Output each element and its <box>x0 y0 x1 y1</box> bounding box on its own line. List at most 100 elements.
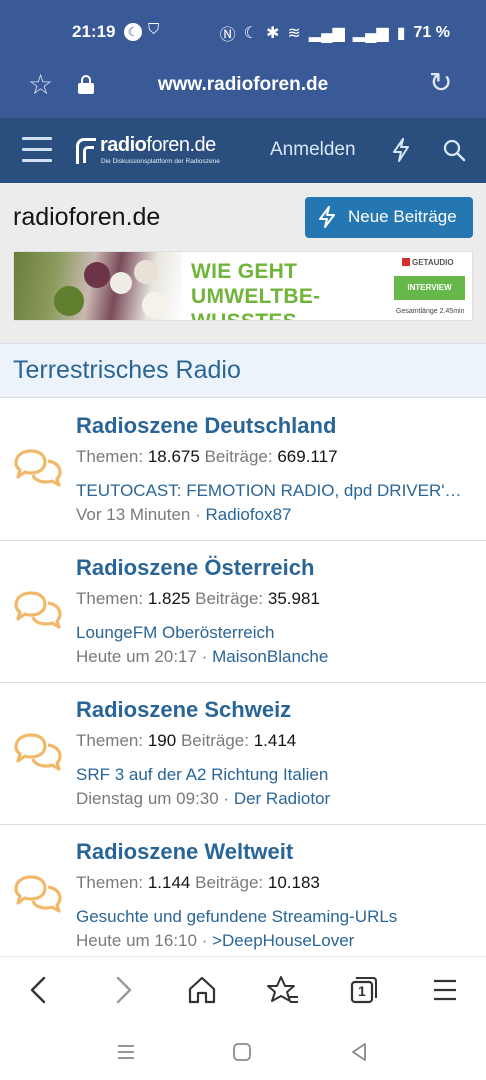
bluetooth-icon: ✱ <box>266 25 280 42</box>
signal-2-icon: ▂▄▆ <box>352 25 389 42</box>
forum-title[interactable]: Radioszene Österreich <box>76 555 314 581</box>
moon-icon: ☾ <box>243 25 258 42</box>
page-title: radioforen.de <box>13 203 161 231</box>
themen-count: 18.675 <box>147 447 200 466</box>
bolt-icon <box>319 206 335 228</box>
site-logo[interactable]: radioforen.de Die Diskussionsplattform d… <box>76 134 226 170</box>
browser-toolbar: 1 <box>0 956 486 1024</box>
site-header: radioforen.de Die Diskussionsplattform d… <box>0 117 486 183</box>
forum-chat-bubbles-icon <box>14 449 62 487</box>
category-title[interactable]: Terrestrisches Radio <box>13 356 241 385</box>
ad-headline-line2: WUSSTES EINKAUFEN? <box>191 309 401 320</box>
ad-headline: WIE GEHT UMWELTBE- WUSSTES EINKAUFEN? <box>191 259 401 320</box>
forward-icon[interactable] <box>106 973 140 1007</box>
back-icon[interactable] <box>22 973 56 1007</box>
logo-prefix: radio <box>100 134 147 156</box>
signal-icon: ▂▄▆ <box>308 25 345 42</box>
beitraege-count: 669.117 <box>277 447 338 466</box>
latest-thread-link[interactable]: Gesuchte und gefundene Streaming-URLs <box>76 907 468 927</box>
home-nav-icon[interactable] <box>230 1040 254 1064</box>
themen-count: 190 <box>147 731 177 750</box>
forum-chat-bubbles-icon <box>14 591 62 629</box>
forum-title[interactable]: Radioszene Schweiz <box>76 697 291 723</box>
page-title-area: radioforen.de Neue Beiträge WIE GEHT UMW… <box>0 183 486 343</box>
forum-stats: Themen: 18.675 Beiträge: 669.117 <box>76 447 338 467</box>
ad-headline-line1: WIE GEHT UMWELTBE- <box>191 260 321 308</box>
themen-label: Themen: <box>76 731 144 750</box>
themen-count: 1.144 <box>147 873 191 892</box>
url-bar: ☆ www.radioforen.de ↻ <box>0 62 486 117</box>
recents-icon[interactable] <box>114 1040 138 1064</box>
beitraege-count: 10.183 <box>267 873 320 892</box>
battery-icon: ▮ <box>396 25 406 42</box>
wifi-icon: ≋ <box>287 25 301 42</box>
ad-interview-button[interactable]: INTERVIEW <box>394 276 465 300</box>
latest-time[interactable]: Heute um 16:10 <box>76 931 197 950</box>
whats-new-bolt-icon[interactable] <box>390 138 412 162</box>
shield-icon: ⛉ <box>148 21 160 38</box>
url-text[interactable]: www.radioforen.de <box>0 74 486 96</box>
bookmarks-icon[interactable] <box>266 973 300 1007</box>
new-posts-label: Neue Beiträge <box>348 207 457 226</box>
nfc-icon: Ⓝ <box>219 27 236 44</box>
beitraege-label: Beiträge: <box>180 731 249 750</box>
status-icons: Ⓝ ☾ ✱ ≋ ▂▄▆ ▂▄▆ ▮ 71 % <box>220 21 450 45</box>
beitraege-label: Beiträge: <box>195 873 264 892</box>
reload-icon[interactable]: ↻ <box>429 66 452 99</box>
tabs-icon[interactable]: 1 <box>346 973 380 1007</box>
home-icon[interactable] <box>185 973 219 1007</box>
status-bar: 21:19 ☾ ⛉ Ⓝ ☾ ✱ ≋ ▂▄▆ ▂▄▆ ▮ 71 % <box>0 0 486 62</box>
beitraege-label: Beiträge: <box>195 589 264 608</box>
login-link[interactable]: Anmelden <box>270 139 356 161</box>
latest-meta: Vor 13 Minuten · Radiofox87 <box>76 505 292 524</box>
latest-thread-link[interactable]: TEUTOCAST: FEMOTION RADIO, dpd DRIVER'S … <box>76 481 468 501</box>
system-nav-bar <box>0 1024 486 1080</box>
ad-brand: GETAUDIO <box>402 258 454 267</box>
latest-thread-link[interactable]: LoungeFM Oberösterreich <box>76 623 468 643</box>
forum-chat-bubbles-icon <box>14 733 62 771</box>
dnd-moon-icon: ☾ <box>124 23 142 41</box>
forum-row[interactable]: Radioszene Weltweit Themen: 1.144 Beiträ… <box>0 825 486 967</box>
themen-label: Themen: <box>76 447 144 466</box>
latest-meta: Heute um 16:10 · >DeepHouseLover <box>76 931 355 950</box>
themen-label: Themen: <box>76 873 144 892</box>
latest-user[interactable]: MaisonBlanche <box>212 647 328 666</box>
back-nav-icon[interactable] <box>347 1040 371 1064</box>
latest-time[interactable]: Vor 13 Minuten <box>76 505 190 524</box>
latest-time[interactable]: Dienstag um 09:30 <box>76 789 219 808</box>
forum-stats: Themen: 1.825 Beiträge: 35.981 <box>76 589 320 609</box>
forum-row[interactable]: Radioszene Österreich Themen: 1.825 Beit… <box>0 541 486 683</box>
latest-thread-link[interactable]: SRF 3 auf der A2 Richtung Italien <box>76 765 468 785</box>
new-posts-button[interactable]: Neue Beiträge <box>305 197 473 238</box>
logo-tagline: Die Diskussionsplattform der Radioszene <box>101 158 220 165</box>
forum-row[interactable]: Radioszene Deutschland Themen: 18.675 Be… <box>0 399 486 541</box>
latest-meta: Heute um 20:17 · MaisonBlanche <box>76 647 329 666</box>
beitraege-label: Beiträge: <box>204 447 273 466</box>
ad-banner[interactable]: WIE GEHT UMWELTBE- WUSSTES EINKAUFEN? GE… <box>13 251 473 321</box>
forum-title[interactable]: Radioszene Deutschland <box>76 413 336 439</box>
battery-level: 71 % <box>413 24 450 41</box>
forum-stats: Themen: 190 Beiträge: 1.414 <box>76 731 296 751</box>
menu-icon[interactable] <box>22 137 52 163</box>
themen-label: Themen: <box>76 589 144 608</box>
themen-count: 1.825 <box>147 589 191 608</box>
logo-suffix: foren.de <box>146 134 216 156</box>
search-icon[interactable] <box>442 138 466 162</box>
beitraege-count: 35.981 <box>267 589 320 608</box>
forum-chat-bubbles-icon <box>14 875 62 913</box>
forum-stats: Themen: 1.144 Beiträge: 10.183 <box>76 873 320 893</box>
status-time: 21:19 <box>72 22 116 41</box>
vegetables-image <box>14 252 182 320</box>
latest-user[interactable]: >DeepHouseLover <box>212 931 354 950</box>
forum-title[interactable]: Radioszene Weltweit <box>76 839 293 865</box>
latest-user[interactable]: Radiofox87 <box>205 505 291 524</box>
logo-mark-icon <box>76 138 96 164</box>
latest-time[interactable]: Heute um 20:17 <box>76 647 197 666</box>
beitraege-count: 1.414 <box>253 731 297 750</box>
category-header[interactable]: Terrestrisches Radio <box>0 343 486 398</box>
ad-duration: Gesamtlänge 2.45min <box>396 308 465 315</box>
forum-row[interactable]: Radioszene Schweiz Themen: 190 Beiträge:… <box>0 683 486 825</box>
menu-icon[interactable] <box>428 973 462 1007</box>
latest-user[interactable]: Der Radiotor <box>234 789 330 808</box>
tab-count: 1 <box>358 983 366 999</box>
